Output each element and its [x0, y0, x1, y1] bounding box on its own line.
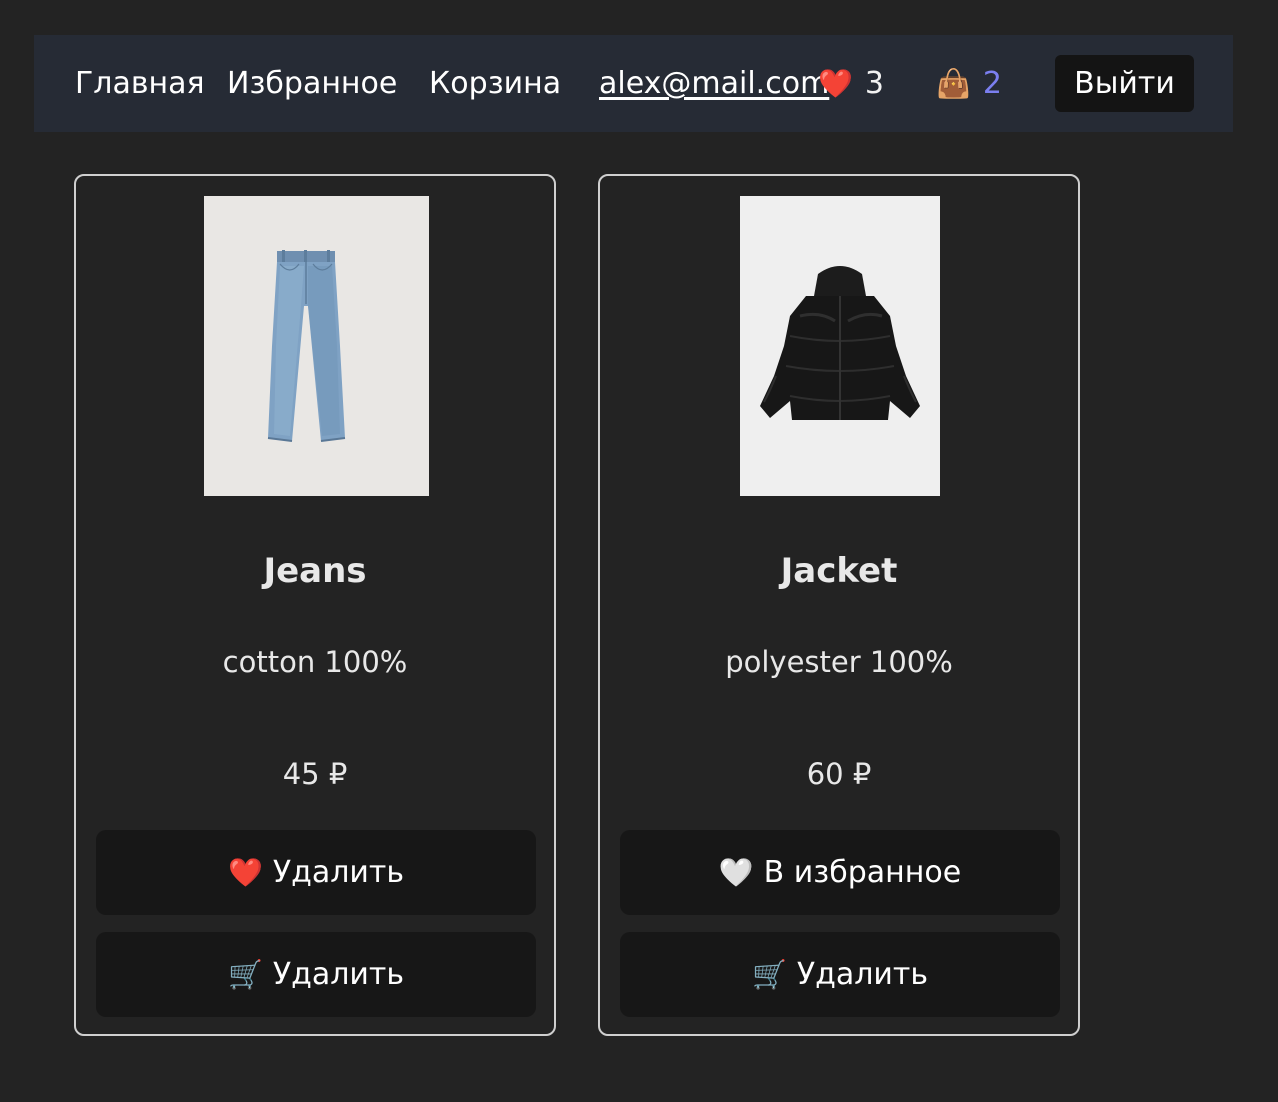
- cart-counter: 👜 2: [936, 35, 1002, 132]
- shopping-cart-icon: 🛒: [227, 957, 263, 991]
- shopping-cart-icon: 🛒: [751, 957, 787, 991]
- jacket-photo: [740, 196, 940, 496]
- favorites-count: 3: [864, 66, 884, 101]
- add-to-favorites-button[interactable]: 🤍 В избранное: [620, 830, 1060, 915]
- user-email-link[interactable]: alex@mail.com: [599, 35, 829, 132]
- remove-from-cart-button[interactable]: 🛒 Удалить: [620, 932, 1060, 1017]
- white-heart-icon: 🤍: [718, 855, 754, 889]
- product-description: polyester 100%: [725, 645, 953, 679]
- product-title: Jacket: [780, 551, 898, 591]
- handbag-icon: 👜: [936, 66, 971, 100]
- button-label: Удалить: [272, 957, 405, 992]
- logout-button[interactable]: Выйти: [1055, 55, 1194, 112]
- heart-icon: ❤️: [818, 66, 853, 100]
- remove-from-cart-button[interactable]: 🛒 Удалить: [96, 932, 536, 1017]
- button-label: Удалить: [272, 855, 405, 890]
- product-image-jacket[interactable]: [740, 196, 940, 496]
- product-description: cotton 100%: [222, 645, 408, 679]
- product-card-jacket: Jacket polyester 100% 60 ₽ 🤍 В избранное…: [598, 174, 1080, 1036]
- remove-from-favorites-button[interactable]: ❤️ Удалить: [96, 830, 536, 915]
- nav-link-home[interactable]: Главная: [75, 35, 205, 132]
- button-label: Удалить: [796, 957, 929, 992]
- product-title: Jeans: [263, 551, 367, 591]
- product-image-jeans[interactable]: [204, 196, 429, 496]
- product-price: 45 ₽: [282, 757, 348, 791]
- favorites-counter: ❤️ 3: [818, 35, 884, 132]
- cart-count: 2: [982, 66, 1002, 101]
- jeans-photo: [204, 196, 429, 496]
- nav-link-cart[interactable]: Корзина: [429, 35, 561, 132]
- product-card-jeans: Jeans cotton 100% 45 ₽ ❤️ Удалить 🛒 Удал…: [74, 174, 556, 1036]
- button-label: В избранное: [763, 855, 962, 890]
- heart-icon: ❤️: [227, 855, 263, 889]
- nav-link-favorites[interactable]: Избранное: [227, 35, 397, 132]
- top-navbar: Главная Избранное Корзина alex@mail.com …: [34, 35, 1233, 132]
- product-price: 60 ₽: [806, 757, 872, 791]
